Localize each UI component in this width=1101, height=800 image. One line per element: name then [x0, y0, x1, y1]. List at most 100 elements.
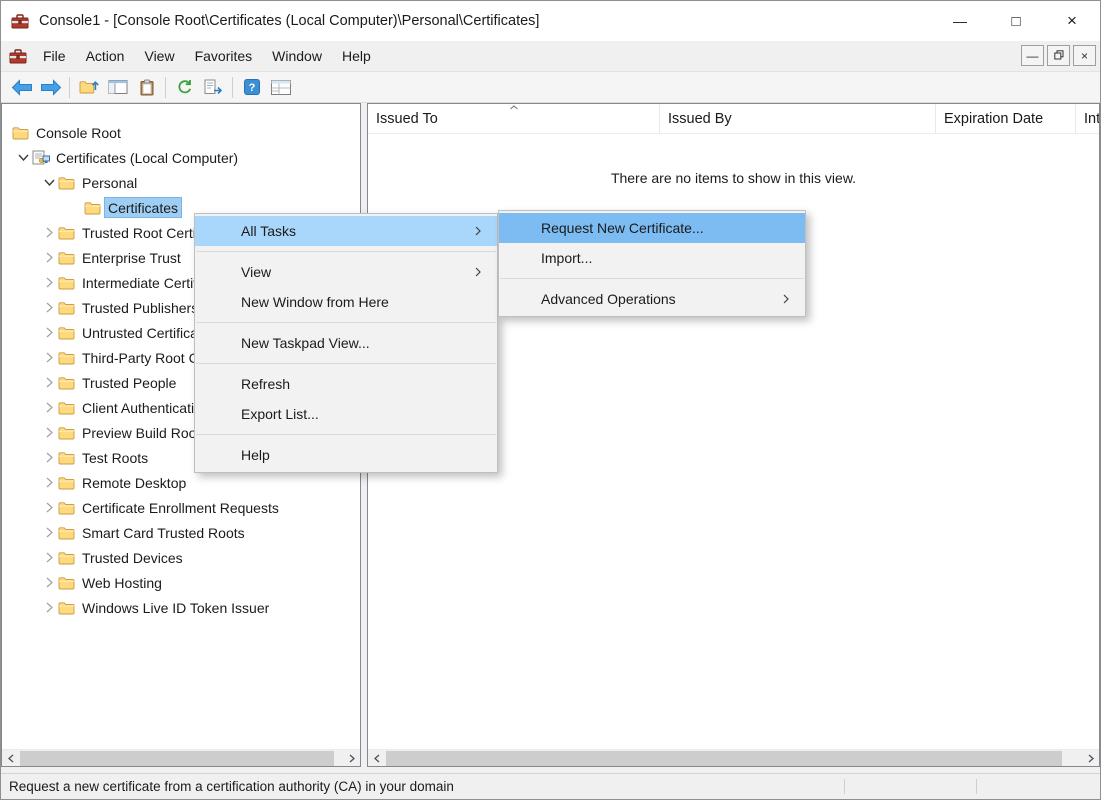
menu-item-view[interactable]: View: [195, 257, 497, 287]
menu-separator: [500, 278, 804, 279]
tree-item-certificates-local-computer[interactable]: Certificates (Local Computer): [2, 145, 360, 170]
up-one-level-button[interactable]: [74, 74, 103, 100]
tree-item-label: Certificates: [105, 198, 181, 217]
show-hide-console-tree-button[interactable]: [103, 74, 132, 100]
tree-horizontal-scrollbar[interactable]: [2, 749, 360, 766]
all-tasks-submenu: Request New Certificate... Import... Advan…: [498, 210, 806, 317]
refresh-button[interactable]: [170, 74, 199, 100]
column-header-inte[interactable]: Inte: [1076, 104, 1099, 133]
column-header-issued-to[interactable]: Issued To: [368, 104, 660, 133]
folder-icon: [58, 376, 79, 390]
menu-file[interactable]: File: [33, 41, 76, 71]
expand-icon[interactable]: [40, 452, 58, 463]
expand-icon[interactable]: [40, 352, 58, 363]
column-header-label: Inte: [1084, 111, 1099, 127]
list-scrollbar-track[interactable]: [385, 750, 1082, 767]
expand-icon[interactable]: [40, 227, 58, 238]
expand-icon[interactable]: [40, 302, 58, 313]
minimize-button[interactable]: —: [932, 1, 988, 41]
scroll-right-icon[interactable]: [1082, 750, 1099, 767]
maximize-button[interactable]: □: [988, 1, 1044, 41]
submenu-arrow-icon: [475, 226, 481, 236]
mdi-minimize-button[interactable]: —: [1021, 45, 1044, 66]
expand-icon[interactable]: [40, 427, 58, 438]
list-scrollbar-thumb[interactable]: [386, 751, 1062, 766]
tree-item-windows-live-id-token-issuer[interactable]: Windows Live ID Token Issuer: [2, 595, 360, 620]
tree-item-certificate-enrollment-requests[interactable]: Certificate Enrollment Requests: [2, 495, 360, 520]
certificate-store-icon: [32, 150, 53, 165]
list-horizontal-scrollbar[interactable]: [368, 749, 1099, 766]
menu-favorites[interactable]: Favorites: [185, 41, 263, 71]
menubar-items: FileActionViewFavoritesWindowHelp: [33, 41, 381, 71]
title-bar[interactable]: Console1 - [Console Root\Certificates (L…: [1, 1, 1100, 41]
mdi-close-button[interactable]: ×: [1073, 45, 1096, 66]
folder-icon: [58, 301, 79, 315]
mdi-window-controls: — ×: [1021, 45, 1096, 66]
expand-icon[interactable]: [40, 602, 58, 613]
expand-icon[interactable]: [40, 377, 58, 388]
forward-button[interactable]: [36, 74, 65, 100]
menu-item-request-new-certificate[interactable]: Request New Certificate...: [499, 213, 805, 243]
menu-item-all-tasks[interactable]: All Tasks: [195, 216, 497, 246]
menu-item-label: Import...: [541, 250, 592, 266]
expand-icon[interactable]: [40, 402, 58, 413]
expand-icon[interactable]: [40, 252, 58, 263]
menu-item-export-list[interactable]: Export List...: [195, 399, 497, 429]
menu-help[interactable]: Help: [332, 41, 381, 71]
close-button[interactable]: ×: [1044, 1, 1100, 41]
refresh-icon: [176, 79, 193, 95]
mmc-window: Console1 - [Console Root\Certificates (L…: [0, 0, 1101, 800]
menu-item-label: Request New Certificate...: [541, 220, 704, 236]
column-header-issued-by[interactable]: Issued By: [660, 104, 936, 133]
scroll-left-icon[interactable]: [2, 750, 19, 767]
column-header-expiration-date[interactable]: Expiration Date: [936, 104, 1076, 133]
menu-action[interactable]: Action: [76, 41, 135, 71]
tree-item-label: Certificate Enrollment Requests: [79, 498, 282, 517]
expand-icon[interactable]: [40, 327, 58, 338]
menu-item-help[interactable]: Help: [195, 440, 497, 470]
menu-item-import[interactable]: Import...: [499, 243, 805, 273]
properties-button[interactable]: [132, 74, 161, 100]
menu-item-new-window-from-here[interactable]: New Window from Here: [195, 287, 497, 317]
tree-item-web-hosting[interactable]: Web Hosting: [2, 570, 360, 595]
menu-item-label: New Taskpad View...: [241, 335, 370, 351]
tree-item-smart-card-trusted-roots[interactable]: Smart Card Trusted Roots: [2, 520, 360, 545]
expand-icon[interactable]: [40, 577, 58, 588]
menu-separator: [196, 322, 496, 323]
scroll-right-icon[interactable]: [343, 750, 360, 767]
mmc-toolbox-icon: [11, 13, 31, 29]
tree-item-console-root[interactable]: Console Root: [2, 120, 360, 145]
tree-item-trusted-devices[interactable]: Trusted Devices: [2, 545, 360, 570]
collapse-icon[interactable]: [14, 154, 32, 161]
folder-icon: [58, 426, 79, 440]
tree-item-label: Smart Card Trusted Roots: [79, 523, 248, 542]
column-header-label: Issued By: [668, 111, 732, 127]
expand-icon[interactable]: [40, 277, 58, 288]
expand-icon[interactable]: [40, 552, 58, 563]
expand-icon[interactable]: [40, 477, 58, 488]
tree-scrollbar-track[interactable]: [19, 750, 343, 767]
folder-icon: [84, 201, 105, 215]
taskpad-view-button[interactable]: [266, 74, 295, 100]
column-header-label: Issued To: [376, 111, 438, 127]
mdi-restore-icon: [1054, 50, 1064, 62]
scroll-left-icon[interactable]: [368, 750, 385, 767]
menu-item-refresh[interactable]: Refresh: [195, 369, 497, 399]
expand-icon[interactable]: [40, 527, 58, 538]
tree-item-label: Trusted People: [79, 373, 179, 392]
back-button[interactable]: [7, 74, 36, 100]
menu-window[interactable]: Window: [262, 41, 332, 71]
menu-view[interactable]: View: [134, 41, 184, 71]
menu-item-new-taskpad-view[interactable]: New Taskpad View...: [195, 328, 497, 358]
tree-scrollbar-thumb[interactable]: [20, 751, 334, 766]
mdi-close-icon: ×: [1081, 50, 1088, 62]
menu-item-advanced-operations[interactable]: Advanced Operations: [499, 284, 805, 314]
expand-icon[interactable]: [40, 502, 58, 513]
mdi-restore-button[interactable]: [1047, 45, 1070, 66]
folder-icon: [58, 501, 79, 515]
collapse-icon[interactable]: [40, 179, 58, 186]
export-list-button[interactable]: [199, 74, 228, 100]
tree-item-personal[interactable]: Personal: [2, 170, 360, 195]
tree-item-remote-desktop[interactable]: Remote Desktop: [2, 470, 360, 495]
help-button[interactable]: ?: [237, 74, 266, 100]
